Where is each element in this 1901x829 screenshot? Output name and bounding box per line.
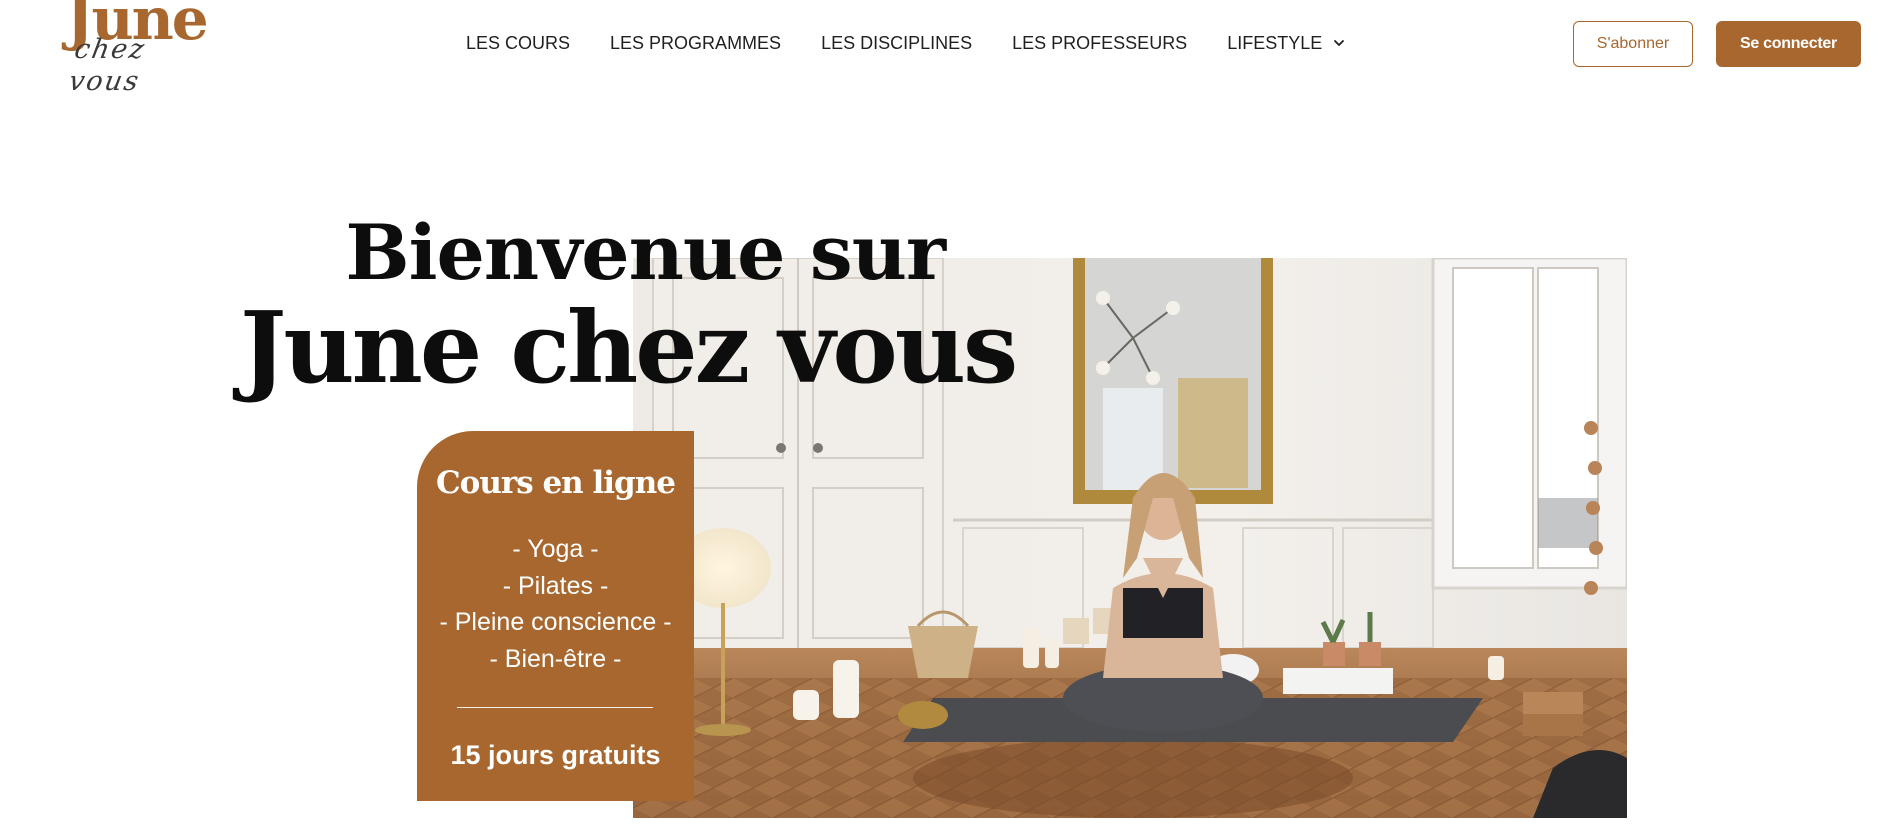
chevron-down-icon [1334, 40, 1345, 46]
logo-sub-text: chez vous [66, 34, 149, 97]
nav-item-label: LES DISCIPLINES [821, 33, 973, 53]
nav-item-lifestyle[interactable]: LIFESTYLE [1227, 28, 1348, 58]
hero-title: Bienvenue sur June chez vous [240, 205, 1018, 406]
nav-item-les-professeurs[interactable]: LES PROFESSEURS [1012, 28, 1187, 58]
discipline-item-pleine-conscience: - Pleine conscience - [439, 608, 672, 636]
nav-item-label: LES PROFESSEURS [1012, 33, 1188, 53]
hero-title-line-2: June chez vous [240, 291, 1018, 406]
nav-item-label: LES COURS [466, 33, 571, 53]
subscribe-button[interactable]: S'abonner [1573, 21, 1693, 67]
nav-item-label: LES PROGRAMMES [610, 33, 782, 53]
nav-item-les-cours[interactable]: LES COURS [466, 28, 570, 58]
main-nav: LES COURS LES PROGRAMMES LES DISCIPLINES… [466, 28, 1388, 58]
discipline-item-pilates: - Pilates - [502, 571, 609, 600]
nav-item-les-programmes[interactable]: LES PROGRAMMES [610, 28, 781, 58]
nav-item-label: LIFESTYLE [1227, 33, 1323, 53]
online-courses-card: Cours en ligne - Yoga - - Pilates - - Pl… [417, 431, 694, 801]
discipline-list: - Yoga - - Pilates - - Pleine conscience… [417, 531, 694, 677]
login-button[interactable]: Se connecter [1716, 21, 1861, 67]
hero-title-line-1: Bienvenue sur [345, 208, 946, 297]
free-trial-text: 15 jours gratuits [450, 740, 661, 770]
site-logo[interactable]: June chez vous [66, 0, 216, 97]
card-divider [457, 707, 653, 708]
site-header: June chez vous LES COURS LES PROGRAMMES … [0, 0, 1901, 97]
discipline-item-bien-etre: - Bien-être - [489, 644, 622, 673]
nav-item-les-disciplines[interactable]: LES DISCIPLINES [821, 28, 972, 58]
discipline-item-yoga: - Yoga - [512, 535, 599, 563]
card-title: Cours en ligne [435, 465, 676, 501]
